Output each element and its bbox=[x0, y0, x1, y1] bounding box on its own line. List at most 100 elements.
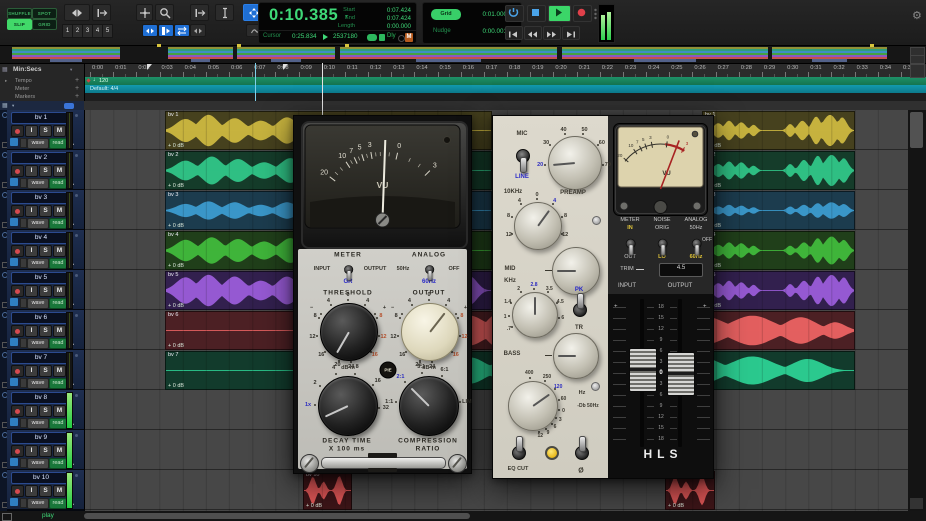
record-arm-button[interactable] bbox=[11, 285, 24, 297]
trim-mode-button[interactable] bbox=[92, 4, 111, 21]
nudge-label[interactable]: Nudge bbox=[433, 28, 451, 34]
hls-preamp-knob[interactable] bbox=[548, 136, 602, 190]
go-to-end-button[interactable] bbox=[562, 26, 580, 40]
automation-mode-button[interactable]: read bbox=[49, 418, 67, 429]
mute-button[interactable]: M bbox=[53, 405, 66, 417]
ruler-corner-button[interactable] bbox=[910, 64, 925, 78]
track-view-selector[interactable]: wave bbox=[27, 218, 49, 229]
solo-button[interactable]: S bbox=[39, 165, 52, 177]
automation-mode-button[interactable]: read bbox=[49, 498, 67, 509]
track-menu-dot[interactable] bbox=[75, 354, 78, 357]
rewind-button[interactable] bbox=[524, 26, 542, 40]
track-menu-dot[interactable] bbox=[75, 154, 78, 157]
track-view-selector[interactable]: wave bbox=[27, 138, 49, 149]
track-view-selector[interactable]: wave bbox=[27, 458, 49, 469]
track-header[interactable]: bv 7ISMwaveread bbox=[7, 350, 85, 391]
end-value[interactable]: 0:07.424 bbox=[359, 15, 411, 22]
solo-button[interactable]: S bbox=[39, 405, 52, 417]
record-arm-button[interactable] bbox=[11, 325, 24, 337]
nudge-value[interactable]: 0:00.001 bbox=[465, 28, 507, 35]
track-header[interactable]: bv 4ISMwaveread bbox=[7, 230, 85, 271]
track-menu-dot[interactable] bbox=[75, 474, 78, 477]
grid-value[interactable]: 0:01.000 bbox=[465, 11, 507, 18]
input-monitor-button[interactable]: I bbox=[25, 485, 38, 497]
trimmer-tool-button[interactable] bbox=[190, 4, 209, 21]
elastic-audio-icon[interactable] bbox=[20, 338, 27, 348]
track-name[interactable]: bv 4 bbox=[11, 232, 71, 244]
track-header[interactable]: bv 1ISMwaveread bbox=[7, 110, 85, 151]
track-header[interactable]: bv 8ISMwaveread bbox=[7, 390, 85, 431]
v-scrollbar-handle[interactable] bbox=[910, 112, 923, 148]
universe-scroll-buttons[interactable] bbox=[910, 55, 925, 64]
universe-view-tab[interactable] bbox=[416, 59, 481, 62]
track-view-selector[interactable]: wave bbox=[27, 178, 49, 189]
hls-bass-freq-knob[interactable] bbox=[508, 381, 558, 431]
gear-icon[interactable]: ⚙ bbox=[912, 9, 922, 22]
mute-button[interactable]: M bbox=[53, 125, 66, 137]
input-monitor-button[interactable]: I bbox=[25, 165, 38, 177]
timebase-icon[interactable] bbox=[10, 378, 18, 386]
automation-mode-button[interactable]: read bbox=[49, 458, 67, 469]
universe-clip-block[interactable] bbox=[237, 47, 335, 59]
insertion-follows-playback-button[interactable] bbox=[174, 24, 190, 37]
add-tempo-button[interactable]: + bbox=[75, 77, 79, 84]
timebase-icon[interactable] bbox=[10, 218, 18, 226]
universe-strip[interactable] bbox=[0, 45, 926, 64]
link-track-edit-button[interactable] bbox=[158, 24, 174, 37]
track-view-selector[interactable]: wave bbox=[27, 418, 49, 429]
track-header[interactable]: bv 6ISMwaveread bbox=[7, 310, 85, 351]
track-view-selector[interactable]: wave bbox=[27, 498, 49, 509]
selector-tool-button[interactable] bbox=[215, 4, 234, 21]
marker-dot-icon[interactable] bbox=[157, 44, 161, 47]
track-name[interactable]: bv 2 bbox=[11, 152, 71, 164]
solo-button[interactable]: S bbox=[39, 365, 52, 377]
add-meter-button[interactable]: + bbox=[75, 85, 79, 92]
track-name[interactable]: bv 3 bbox=[11, 192, 71, 204]
edit-mode-shuffle[interactable]: SHUFFLE bbox=[7, 8, 32, 19]
grid-icon[interactable]: ▦ bbox=[2, 102, 8, 109]
elastic-audio-icon[interactable] bbox=[20, 218, 27, 228]
ruler-name[interactable]: Min:Secs bbox=[13, 66, 42, 73]
track-header[interactable]: bv 10ISMwaveread bbox=[7, 470, 85, 511]
expander-icon[interactable]: ▸ bbox=[5, 78, 7, 84]
universe-view-tab[interactable] bbox=[271, 59, 300, 62]
stop-button[interactable] bbox=[527, 5, 546, 22]
crosshair-tool-button[interactable] bbox=[136, 4, 153, 21]
track-view-selector[interactable]: wave bbox=[27, 378, 49, 389]
pie-decay-knob[interactable] bbox=[318, 376, 378, 436]
input-monitor-button[interactable]: I bbox=[25, 285, 38, 297]
fast-forward-button[interactable] bbox=[543, 26, 561, 40]
track-menu-dot[interactable] bbox=[75, 194, 78, 197]
start-value[interactable]: 0:07.424 bbox=[359, 7, 411, 14]
timebase-icon[interactable] bbox=[10, 418, 18, 426]
record-arm-button[interactable] bbox=[11, 365, 24, 377]
output-fader-handle[interactable] bbox=[667, 352, 695, 396]
hls-trim-display[interactable]: 4.5 bbox=[659, 263, 703, 277]
input-monitor-button[interactable]: I bbox=[25, 205, 38, 217]
record-arm-button[interactable] bbox=[11, 125, 24, 137]
v-scrollbar-button[interactable] bbox=[910, 498, 923, 509]
automation-mode-button[interactable]: read bbox=[49, 338, 67, 349]
universe-view-tab[interactable] bbox=[634, 59, 696, 62]
auto-badge[interactable] bbox=[367, 34, 377, 41]
zoom-toggle-buttons[interactable] bbox=[64, 4, 90, 21]
universe-clip-block[interactable] bbox=[12, 47, 120, 59]
input-monitor-button[interactable]: I bbox=[25, 445, 38, 457]
universe-view-tab[interactable] bbox=[191, 59, 211, 62]
elastic-audio-icon[interactable] bbox=[20, 138, 27, 148]
track-menu-dot[interactable] bbox=[75, 114, 78, 117]
track-view-selector[interactable]: wave bbox=[27, 258, 49, 269]
track-name[interactable]: bv 8 bbox=[11, 392, 71, 404]
grid-mode-button[interactable]: Grid bbox=[431, 9, 461, 20]
timebase-icon[interactable] bbox=[10, 498, 18, 506]
record-arm-button[interactable] bbox=[11, 445, 24, 457]
mute-button[interactable]: M bbox=[53, 365, 66, 377]
marker-dot-icon[interactable] bbox=[870, 44, 874, 47]
solo-button[interactable]: S bbox=[39, 205, 52, 217]
automation-mode-button[interactable]: read bbox=[49, 138, 67, 149]
timebase-icon[interactable] bbox=[10, 458, 18, 466]
universe-view-tab[interactable] bbox=[812, 59, 847, 62]
edit-mode-slip[interactable]: SLIP bbox=[7, 19, 32, 30]
input-fader-handle[interactable] bbox=[629, 348, 657, 392]
elastic-audio-icon[interactable] bbox=[20, 178, 27, 188]
